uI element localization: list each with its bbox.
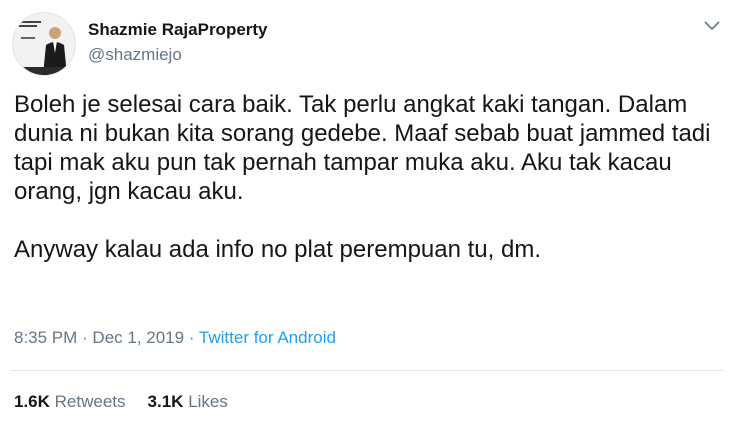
likes-count: 3.1K <box>147 392 184 411</box>
author-handle[interactable]: @shazmiejo <box>88 45 182 65</box>
likes-label: Likes <box>188 392 228 411</box>
tweet-paragraph: Boleh je selesai cara baik. Tak perlu an… <box>14 91 711 205</box>
profile-photo <box>13 13 75 75</box>
retweets-label: Retweets <box>54 392 126 411</box>
meta-separator: · <box>184 328 199 347</box>
tweet-date[interactable]: Dec 1, 2019 <box>92 328 184 347</box>
tweet-meta: 8:35 PM · Dec 1, 2019 · Twitter for Andr… <box>14 328 336 348</box>
tweet-menu-button[interactable] <box>700 14 724 38</box>
tweet-time[interactable]: 8:35 PM <box>14 328 77 347</box>
tweet-paragraph: Anyway kalau ada info no plat perempuan … <box>14 236 541 263</box>
tweet-text: Boleh je selesai cara baik. Tak perlu an… <box>14 90 724 264</box>
divider <box>10 370 724 371</box>
retweets-stat[interactable]: 1.6K Retweets <box>14 392 126 411</box>
chevron-down-icon <box>704 21 720 31</box>
avatar[interactable] <box>12 12 76 76</box>
tweet-source-link[interactable]: Twitter for Android <box>199 328 336 347</box>
likes-stat[interactable]: 3.1K Likes <box>148 392 228 411</box>
author-display-name[interactable]: Shazmie RajaProperty <box>88 20 268 40</box>
tweet-stats: 1.6K Retweets 3.1K Likes <box>14 392 228 412</box>
meta-separator: · <box>77 328 93 347</box>
retweets-count: 1.6K <box>14 392 50 411</box>
